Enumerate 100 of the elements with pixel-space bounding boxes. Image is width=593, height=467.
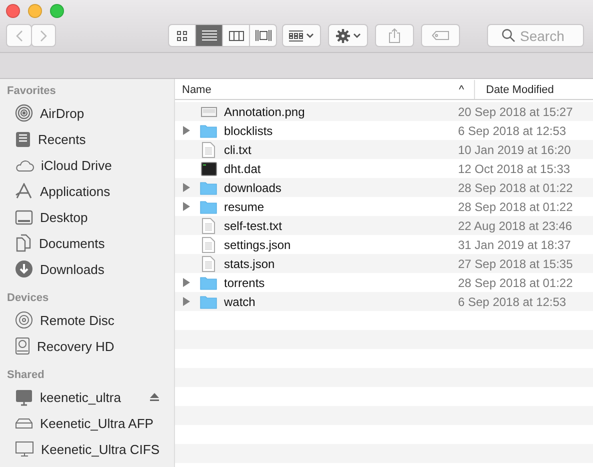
sidebar-item[interactable]: iCloud Drive — [0, 152, 174, 178]
search-icon — [502, 29, 515, 42]
grid-icon — [177, 30, 187, 40]
date-modified: 6 Sep 2018 at 12:53 — [458, 294, 566, 308]
sidebar-label: Applications — [40, 184, 110, 198]
file-row[interactable]: self-test.txt 22 Aug 2018 at 23:46 — [175, 216, 593, 235]
column-header[interactable]: Name — [182, 84, 212, 96]
download-icon — [15, 260, 33, 278]
chevron-down-icon — [306, 33, 314, 38]
date-modified: 10 Jan 2019 at 16:20 — [458, 142, 571, 156]
sidebar-item[interactable]: Documents — [0, 230, 174, 256]
tag-button[interactable] — [421, 24, 460, 47]
documents-icon — [15, 234, 32, 252]
search-input[interactable]: Search — [520, 28, 580, 44]
share-button[interactable] — [375, 24, 414, 47]
search-field[interactable]: Search — [487, 24, 584, 47]
terminal-icon — [200, 162, 216, 176]
arrange-button[interactable] — [282, 24, 321, 47]
folder-icon — [200, 180, 217, 194]
cloud-icon — [15, 158, 34, 172]
sidebar-label: Remote Disc — [40, 312, 114, 328]
sidebar-item[interactable]: Keenetic_Ultra CIFS — [0, 436, 174, 462]
file-name: torrents — [224, 276, 265, 290]
sidebar-label: Desktop — [40, 210, 88, 224]
document-icon — [202, 256, 215, 272]
sidebar-label: Recovery HD — [37, 338, 114, 354]
folder-icon — [200, 200, 217, 214]
date-modified: 28 Sep 2018 at 01:22 — [458, 276, 573, 290]
sidebar-item[interactable]: Desktop — [0, 204, 174, 230]
server-icon — [15, 418, 33, 428]
disclosure-triangle-icon[interactable] — [183, 126, 190, 135]
file-name: settings.json — [224, 238, 291, 252]
sidebar-item[interactable]: Downloads — [0, 256, 174, 282]
file-name: resume — [224, 200, 264, 214]
action-button[interactable] — [328, 24, 368, 47]
file-name: cli.txt — [224, 142, 252, 156]
folder-icon — [200, 124, 217, 138]
date-modified: 28 Sep 2018 at 01:22 — [458, 200, 573, 214]
sidebar-item[interactable]: Remote Disc — [0, 307, 174, 333]
file-row[interactable]: downloads 28 Sep 2018 at 01:22 — [175, 178, 593, 197]
file-row[interactable]: watch 6 Sep 2018 at 12:53 — [175, 292, 593, 311]
view-mode-button[interactable] — [195, 24, 223, 47]
sort-indicator[interactable]: ^ — [458, 84, 464, 96]
file-row[interactable]: cli.txt 10 Jan 2019 at 16:20 — [175, 140, 593, 159]
file-name: downloads — [224, 180, 282, 194]
share-icon — [389, 28, 400, 43]
disclosure-triangle-icon[interactable] — [183, 278, 190, 287]
file-name: stats.json — [224, 256, 275, 270]
view-mode-button[interactable] — [168, 24, 196, 47]
file-name: dht.dat — [224, 162, 261, 176]
sidebar-label: Documents — [39, 236, 105, 250]
date-modified: 28 Sep 2018 at 01:22 — [458, 180, 573, 194]
document-icon — [202, 142, 215, 158]
gear-icon — [336, 28, 350, 42]
image-file-icon — [200, 106, 216, 116]
sidebar-label: Downloads — [40, 262, 104, 276]
desktop-icon — [15, 210, 33, 224]
date-modified: 22 Aug 2018 at 23:46 — [458, 218, 572, 232]
sidebar-item[interactable]: keenetic_ultra — [0, 384, 174, 410]
document-icon — [202, 236, 215, 252]
sidebar-item[interactable]: AirDrop — [0, 100, 174, 126]
sidebar-item[interactable]: Applications — [0, 178, 174, 204]
sidebar-item[interactable]: Keenetic_Ultra AFP — [0, 410, 174, 436]
file-row[interactable]: stats.json 27 Sep 2018 at 15:35 — [175, 254, 593, 273]
apps-icon — [15, 183, 33, 199]
folder-icon — [200, 294, 217, 308]
airdrop-icon — [15, 104, 33, 122]
sidebar-label: Keenetic_Ultra AFP — [40, 416, 154, 430]
column-header[interactable]: Date Modified — [486, 84, 554, 96]
chevron-left-icon — [16, 30, 22, 42]
disclosure-triangle-icon[interactable] — [183, 297, 190, 306]
tray-icon — [15, 130, 31, 148]
document-icon — [202, 218, 215, 234]
date-modified: 31 Jan 2019 at 18:37 — [458, 238, 571, 252]
chevron-down-icon — [352, 33, 360, 38]
date-modified: 12 Oct 2018 at 15:33 — [458, 162, 570, 176]
eject-icon[interactable] — [150, 393, 159, 401]
close-button[interactable] — [6, 4, 20, 18]
sidebar-item[interactable]: Recents — [0, 126, 174, 152]
file-row[interactable]: Annotation.png 20 Sep 2018 at 15:27 — [175, 102, 593, 121]
chevron-right-icon — [40, 30, 47, 42]
disclosure-triangle-icon[interactable] — [183, 202, 190, 211]
monitor-icon — [15, 441, 34, 457]
computer-icon — [15, 388, 33, 406]
view-mode-button[interactable] — [249, 24, 277, 47]
list-icon — [202, 30, 216, 41]
sidebar-item[interactable]: Recovery HD — [0, 333, 174, 359]
disclosure-triangle-icon[interactable] — [183, 183, 190, 192]
date-modified: 6 Sep 2018 at 12:53 — [458, 124, 566, 138]
file-name: blocklists — [224, 124, 273, 138]
file-name: watch — [224, 294, 256, 308]
sidebar-label: AirDrop — [40, 106, 84, 120]
columns-icon — [228, 30, 244, 40]
disc-icon — [15, 311, 33, 329]
sidebar-label: Recents — [38, 132, 86, 146]
file-name: self-test.txt — [224, 218, 282, 232]
sidebar-label: keenetic_ultra — [40, 390, 121, 404]
zoom-button[interactable] — [50, 4, 64, 18]
sidebar-label: Keenetic_Ultra CIFS — [41, 442, 160, 456]
view-mode-button[interactable] — [222, 24, 250, 47]
